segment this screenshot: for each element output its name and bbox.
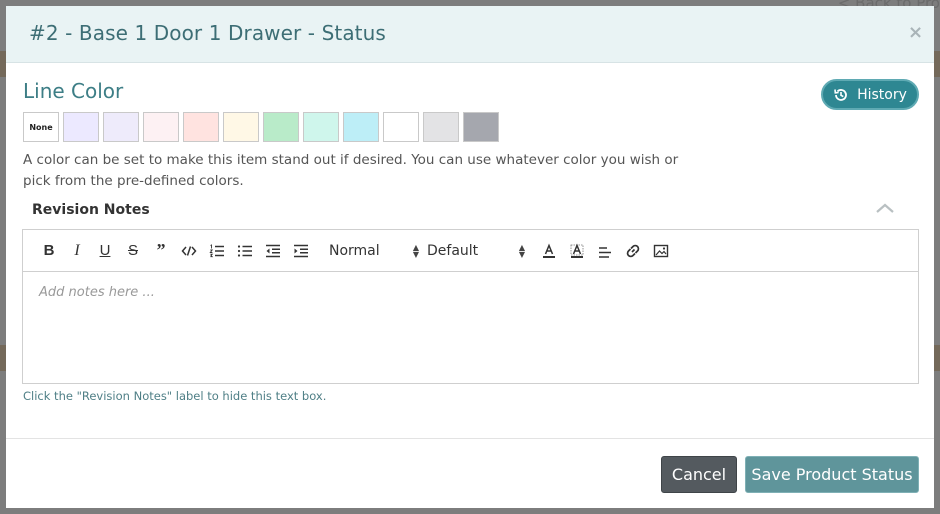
- swatch-color-3[interactable]: [143, 112, 179, 142]
- select-arrows-icon: ▲ ▼: [412, 242, 419, 259]
- image-button[interactable]: [647, 239, 675, 263]
- close-button[interactable]: ×: [908, 24, 924, 42]
- bold-button[interactable]: B: [35, 239, 63, 263]
- link-icon: [626, 244, 640, 257]
- swatch-color-5[interactable]: [223, 112, 259, 142]
- swatch-color-1[interactable]: [63, 112, 99, 142]
- swatch-color-6[interactable]: [263, 112, 299, 142]
- align-button[interactable]: [591, 239, 619, 263]
- text-color-button[interactable]: [535, 239, 563, 263]
- history-button[interactable]: History: [821, 79, 919, 110]
- cancel-button[interactable]: Cancel: [661, 456, 737, 493]
- notes-editor-area[interactable]: Add notes here ...: [23, 272, 918, 383]
- strike-icon: S: [127, 242, 138, 259]
- swatch-color-2[interactable]: [103, 112, 139, 142]
- notes-placeholder: Add notes here ...: [39, 285, 155, 300]
- underline-icon: U: [99, 242, 111, 259]
- swatch-none[interactable]: None: [23, 112, 59, 142]
- swatch-color-7[interactable]: [303, 112, 339, 142]
- editor-toolbar: B I U S ” Normal ▲ ▼ Default ▲ ▼: [23, 230, 918, 272]
- italic-icon: I: [74, 241, 80, 259]
- font-select[interactable]: Default ▲ ▼: [423, 239, 529, 263]
- indent-icon: [294, 244, 308, 257]
- color-swatches: None: [23, 112, 499, 142]
- bullet-list-icon: [237, 244, 252, 257]
- select-arrows-icon: ▲ ▼: [518, 242, 525, 259]
- header-select-value: Normal: [329, 242, 380, 259]
- header-select[interactable]: Normal ▲ ▼: [325, 239, 423, 263]
- outdent-button[interactable]: [259, 239, 287, 263]
- text-color-icon: [543, 243, 555, 258]
- swatch-color-4[interactable]: [183, 112, 219, 142]
- italic-button[interactable]: I: [63, 239, 91, 263]
- chevron-up-icon[interactable]: [874, 200, 896, 216]
- swatch-color-8[interactable]: [343, 112, 379, 142]
- status-modal: #2 - Base 1 Door 1 Drawer - Status × Lin…: [6, 6, 934, 508]
- image-icon: [653, 244, 669, 257]
- modal-header: #2 - Base 1 Door 1 Drawer - Status ×: [6, 6, 934, 63]
- bold-icon: B: [43, 242, 55, 259]
- quote-icon: ”: [156, 240, 166, 260]
- underline-button[interactable]: U: [91, 239, 119, 263]
- history-label: History: [857, 86, 907, 103]
- swatch-color-10[interactable]: [423, 112, 459, 142]
- swatch-none-label: None: [29, 122, 53, 132]
- revision-notes-label[interactable]: Revision Notes: [32, 202, 150, 218]
- save-product-status-button[interactable]: Save Product Status: [745, 456, 919, 493]
- line-color-help: A color can be set to make this item sta…: [23, 152, 679, 189]
- footer-divider: [6, 438, 934, 439]
- font-select-value: Default: [427, 242, 479, 259]
- line-color-title: Line Color: [23, 79, 124, 103]
- align-left-icon: [599, 246, 611, 258]
- history-icon: [834, 88, 847, 101]
- background-color-icon: [570, 243, 584, 258]
- indent-button[interactable]: [287, 239, 315, 263]
- code-icon: [181, 245, 197, 256]
- strike-button[interactable]: S: [119, 239, 147, 263]
- blockquote-button[interactable]: ”: [147, 239, 175, 263]
- bullet-list-button[interactable]: [231, 239, 259, 263]
- swatch-color-9[interactable]: [383, 112, 419, 142]
- ordered-list-icon: [209, 243, 224, 257]
- modal-title: #2 - Base 1 Door 1 Drawer - Status: [29, 21, 386, 45]
- rich-text-editor: B I U S ” Normal ▲ ▼ Default ▲ ▼ Add not…: [22, 229, 919, 384]
- swatch-color-11[interactable]: [463, 112, 499, 142]
- close-icon: ×: [908, 22, 924, 43]
- ordered-list-button[interactable]: [203, 239, 231, 263]
- background-color-button[interactable]: [563, 239, 591, 263]
- link-button[interactable]: [619, 239, 647, 263]
- outdent-icon: [266, 244, 280, 257]
- revision-notes-hint: Click the "Revision Notes" label to hide…: [23, 389, 327, 403]
- code-button[interactable]: [175, 239, 203, 263]
